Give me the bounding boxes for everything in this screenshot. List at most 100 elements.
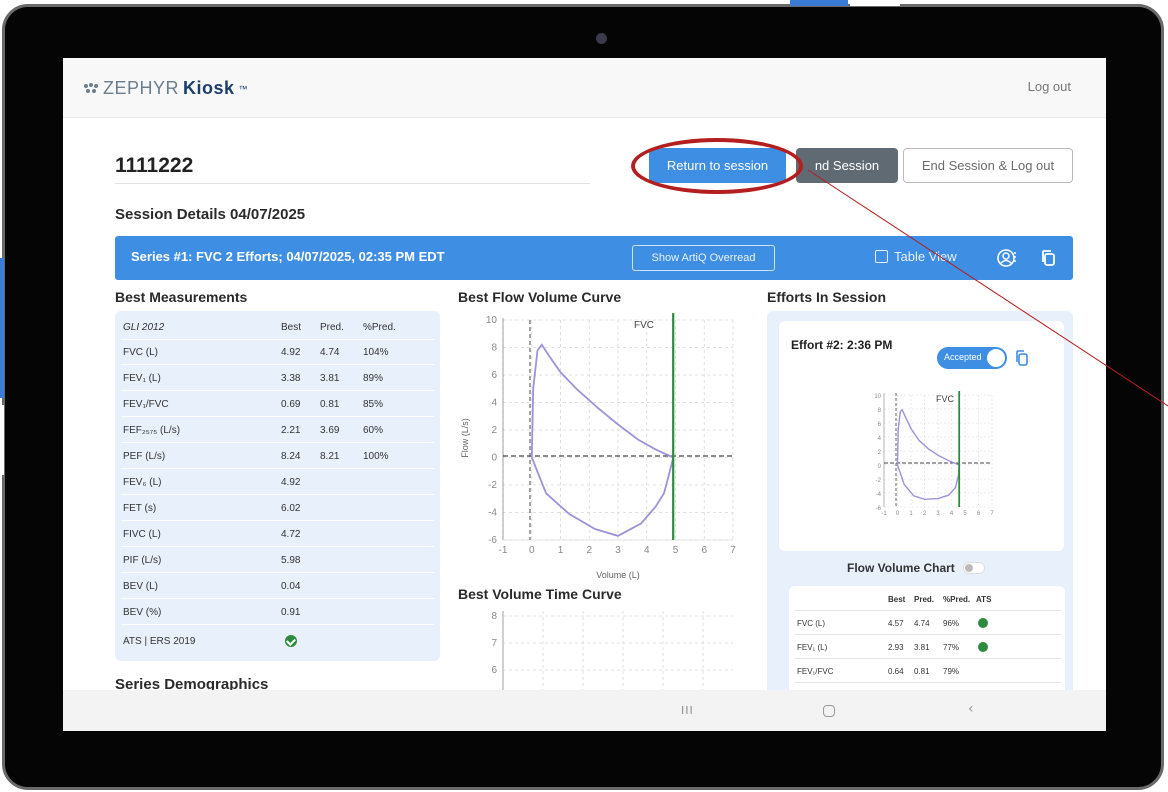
y-tick-label: 8 bbox=[878, 408, 882, 414]
patient-id: 1111222 bbox=[115, 154, 194, 177]
x-tick-label: -1 bbox=[499, 545, 508, 556]
show-artiq-overread-button[interactable]: Show ArtiQ Overread bbox=[632, 245, 775, 271]
x-tick-label: 3 bbox=[615, 545, 621, 556]
x-tick-label: 5 bbox=[673, 545, 679, 556]
x-tick-label: 7 bbox=[990, 511, 994, 517]
table-view-checkbox[interactable] bbox=[875, 250, 888, 263]
navbar: ZEPHYR Kiosk ™ Log out bbox=[63, 58, 1106, 118]
back-icon[interactable]: ‹ bbox=[968, 701, 974, 717]
bm-header-row: GLI 2012 Best Pred. %Pred. bbox=[121, 315, 434, 340]
x-tick-label: 0 bbox=[896, 511, 900, 517]
ats-row: ATS | ERS 2019 bbox=[121, 629, 434, 654]
best-measurements-title: Best Measurements bbox=[115, 289, 248, 305]
y-tick-label: -2 bbox=[488, 480, 497, 491]
svg-text:8: 8 bbox=[491, 611, 497, 622]
annotation-ellipse bbox=[631, 138, 803, 194]
y-tick-label: 10 bbox=[874, 394, 881, 400]
svg-text:7: 7 bbox=[491, 638, 497, 649]
logo-brand: ZEPHYR bbox=[103, 78, 180, 98]
flow-volume-chart-label: Flow Volume Chart bbox=[847, 561, 955, 575]
effort-card: Effort #2: 2:36 PM Accepted FVC 10 8 6 4 2 0-… bbox=[779, 321, 1064, 551]
x-tick-label: 0 bbox=[529, 545, 535, 556]
x-tick-label: 2 bbox=[923, 511, 927, 517]
recent-apps-icon[interactable]: III bbox=[681, 704, 694, 717]
y-tick-label: 6 bbox=[491, 370, 497, 381]
effort-table-header: Best Pred. %Pred. ATS bbox=[795, 588, 1061, 611]
volume-time-title: Best Volume Time Curve bbox=[458, 586, 622, 602]
x-tick-label: 5 bbox=[963, 511, 967, 517]
bm-row: FET (s) 6.02 bbox=[121, 496, 434, 521]
efforts-title: Efforts In Session bbox=[767, 289, 887, 305]
y-tick-label: 2 bbox=[491, 425, 497, 436]
divider bbox=[115, 183, 590, 184]
lungs-icon bbox=[84, 82, 98, 93]
bm-row: FEV₁/FVC 0.69 0.81 85% bbox=[121, 392, 434, 417]
chart-toggle-switch[interactable] bbox=[962, 562, 985, 574]
bm-row: FEV₆ (L) 4.92 bbox=[121, 470, 434, 495]
x-tick-label: 4 bbox=[950, 511, 954, 517]
y-tick-label: -6 bbox=[488, 535, 497, 546]
bm-row: BEV (%) 0.91 bbox=[121, 600, 434, 625]
bm-row: FVC (L) 4.92 4.74 104% bbox=[121, 340, 434, 365]
y-tick-label: -2 bbox=[876, 478, 882, 484]
session-details-heading: Session Details 04/07/2025 bbox=[115, 206, 306, 223]
svg-text:6: 6 bbox=[491, 665, 497, 676]
y-tick-label: 2 bbox=[878, 450, 882, 456]
x-tick-label: 6 bbox=[977, 511, 981, 517]
y-tick-label: 4 bbox=[878, 436, 882, 442]
bm-row: FIVC (L) 4.72 bbox=[121, 522, 434, 547]
y-tick-label: 10 bbox=[486, 315, 498, 326]
top-edge-tabs bbox=[790, 0, 910, 6]
flow-ylabel: Flow (L/s) bbox=[460, 418, 470, 458]
end-session-logout-button[interactable]: End Session & Log out bbox=[903, 148, 1073, 183]
x-tick-label: 1 bbox=[909, 511, 913, 517]
android-nav-bar: III ‹ bbox=[63, 690, 1106, 731]
volume-time-chart: 8 7 6 bbox=[491, 611, 733, 691]
logo-tm: ™ bbox=[238, 83, 249, 94]
series-title: Series #1: FVC 2 Efforts; 04/07/2025, 02… bbox=[131, 249, 445, 264]
x-tick-label: 7 bbox=[730, 545, 736, 556]
logo-kiosk: Kiosk bbox=[183, 78, 235, 98]
x-tick-label: 2 bbox=[586, 545, 592, 556]
left-edge-accent bbox=[0, 258, 4, 398]
y-tick-label: 0 bbox=[491, 453, 497, 464]
table-view-label: Table View bbox=[894, 249, 957, 264]
camera-icon bbox=[596, 33, 607, 44]
effort-copy-icon[interactable] bbox=[1015, 349, 1029, 367]
copy-icon[interactable] bbox=[1040, 249, 1056, 267]
flow-xlabel: Volume (L) bbox=[596, 570, 640, 580]
effort-title: Effort #2: 2:36 PM bbox=[791, 338, 893, 352]
efforts-panel: Effort #2: 2:36 PM Accepted FVC 10 8 6 4 2 0-… bbox=[767, 311, 1073, 731]
table-view-toggle[interactable]: Table View bbox=[875, 249, 957, 264]
mini-fvc-marker: FVC bbox=[936, 394, 955, 404]
effort-table-row: FVC (L) 4.57 4.74 96% bbox=[795, 612, 1061, 635]
accepted-label: Accepted bbox=[944, 352, 982, 362]
y-tick-label: -4 bbox=[488, 508, 497, 519]
x-tick-label: 4 bbox=[644, 545, 650, 556]
ats-check-icon bbox=[978, 642, 988, 652]
y-tick-label: 4 bbox=[491, 398, 497, 409]
zephyr-logo: ZEPHYR Kiosk ™ bbox=[83, 78, 248, 99]
end-session-button[interactable]: nd Session bbox=[796, 148, 898, 183]
left-edge-accent-light bbox=[0, 405, 4, 475]
bm-row: FEV₁ (L) 3.38 3.81 89% bbox=[121, 366, 434, 391]
flow-volume-chart: FVC 1086420-2-4-6 -1 0 1 2 3 4 5 6 7 Flow (L/s) … bbox=[460, 313, 736, 580]
effort-table-row: FEV₁/FVC 0.64 0.81 79% bbox=[795, 660, 1061, 683]
bm-row: PEF (L/s) 8.24 8.21 100% bbox=[121, 444, 434, 469]
user-settings-icon[interactable] bbox=[997, 248, 1017, 268]
bm-row: BEV (L) 0.04 bbox=[121, 574, 434, 599]
bm-row: FEF₂₅₇₅ (L/s) 2.21 3.69 60% bbox=[121, 418, 434, 443]
accepted-toggle[interactable]: Accepted bbox=[937, 347, 1007, 369]
flow-volume-title: Best Flow Volume Curve bbox=[458, 289, 622, 305]
x-tick-label: 3 bbox=[936, 511, 940, 517]
home-icon[interactable] bbox=[823, 705, 835, 717]
bm-row: PIF (L/s) 5.98 bbox=[121, 548, 434, 573]
ats-check-icon bbox=[978, 618, 988, 628]
effort-flow-volume-chart: FVC 1086420-2-4-6 -1 0 1 2 3 4 5 6 7 bbox=[874, 391, 994, 517]
y-tick-label: 0 bbox=[878, 464, 882, 470]
flow-volume-chart-toggle[interactable]: Flow Volume Chart bbox=[847, 561, 985, 575]
app-screen: ZEPHYR Kiosk ™ Log out 1111222 Return to … bbox=[63, 58, 1106, 731]
best-measurements-panel: GLI 2012 Best Pred. %Pred. FVC (L) 4.92 4.… bbox=[115, 311, 440, 661]
logout-link[interactable]: Log out bbox=[1028, 79, 1071, 94]
fvc-marker: FVC bbox=[634, 320, 654, 331]
